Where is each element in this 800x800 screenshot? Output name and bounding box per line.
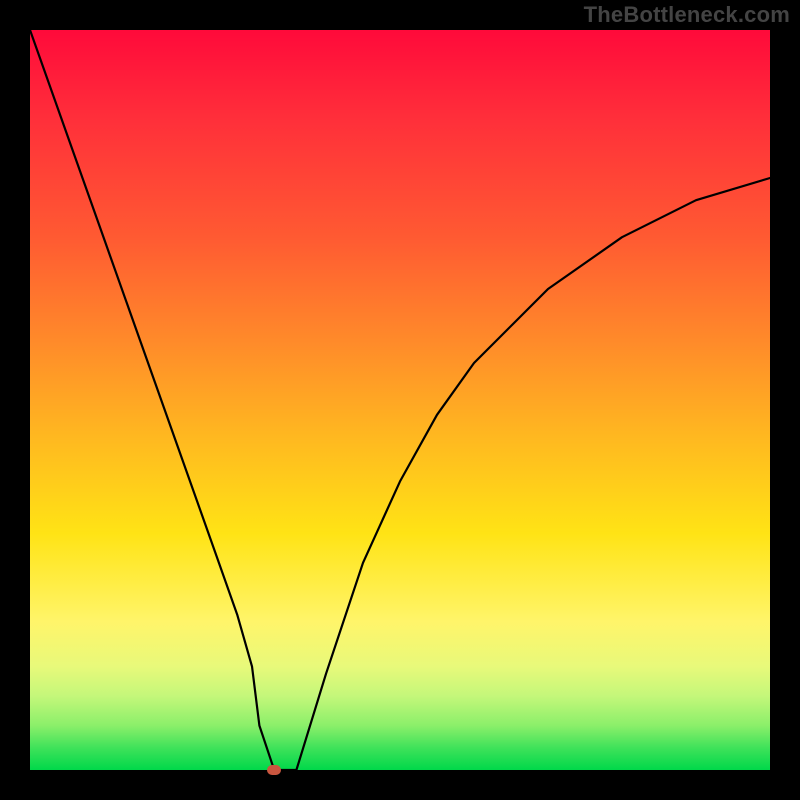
watermark-text: TheBottleneck.com: [584, 2, 790, 28]
plot-area: [30, 30, 770, 770]
minimum-marker: [267, 765, 281, 775]
curve-svg: [30, 30, 770, 770]
bottleneck-curve: [30, 30, 770, 770]
chart-frame: TheBottleneck.com: [0, 0, 800, 800]
